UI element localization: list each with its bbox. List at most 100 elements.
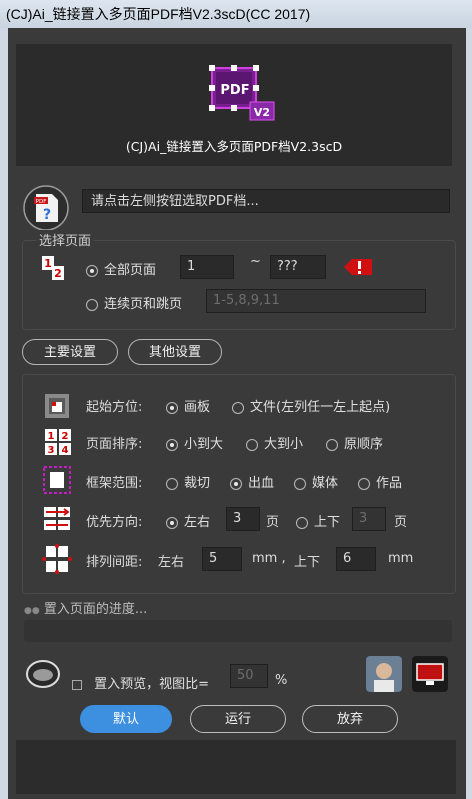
monitor-icon[interactable]: [412, 656, 448, 692]
preview-ratio-unit: %: [275, 673, 288, 688]
all-pages-radio[interactable]: 全部页面: [86, 259, 156, 278]
spacing-ud-label: 上下: [294, 555, 321, 570]
order-original-radio[interactable]: 原顺序: [326, 433, 383, 452]
page-numbers-icon: 1 2: [42, 256, 64, 280]
frame-bleed-dot[interactable]: [230, 477, 242, 490]
direction-ud-unit: 页: [394, 515, 408, 530]
skip-pages-radio[interactable]: 连续页和跳页: [86, 293, 182, 312]
frame-label: 框架范围:: [86, 476, 143, 491]
progress-label: ●● 置入页面的进度...: [24, 598, 147, 617]
skip-pages-label: 连续页和跳页: [104, 297, 183, 312]
order-desc-label: 大到小: [264, 437, 304, 452]
banner-title: (CJ)Ai_链接置入多页面PDF档V2.3scD: [125, 139, 343, 154]
svg-text:3: 3: [48, 445, 55, 456]
from-page-input[interactable]: 1: [180, 255, 234, 279]
frame-bounds-icon: [43, 466, 71, 494]
direction-lr-radio[interactable]: 左右: [166, 511, 210, 530]
frame-art-dot[interactable]: [358, 477, 370, 490]
origin-document-dot[interactable]: [232, 401, 244, 414]
direction-icon: [44, 507, 70, 530]
default-button[interactable]: 默认: [80, 705, 172, 733]
pdf-logo-icon: PDF V2: [209, 65, 275, 121]
preview-toggle-icon[interactable]: [24, 658, 62, 690]
author-avatar[interactable]: [366, 656, 402, 692]
page-order-icon: 1 2 3 4: [45, 429, 71, 456]
origin-document-label: 文件(左列任一左上起点): [250, 400, 391, 415]
spacing-lr-label: 左右: [158, 555, 185, 570]
origin-artboard-label: 画板: [184, 400, 211, 415]
svg-text:4: 4: [62, 445, 69, 456]
logo-badge: V2: [254, 106, 270, 119]
origin-icon: [45, 394, 69, 418]
direction-lr-label: 左右: [184, 515, 211, 530]
spacing-lr-input[interactable]: 5: [202, 547, 242, 571]
origin-artboard-radio[interactable]: 画板: [166, 396, 210, 415]
origin-label: 起始方位:: [86, 400, 143, 415]
direction-label: 优先方向:: [86, 515, 143, 530]
tab-other-settings[interactable]: 其他设置: [128, 339, 222, 365]
frame-crop-dot[interactable]: [166, 477, 178, 490]
frame-bleed-label: 出血: [248, 476, 275, 491]
range-separator: ~: [250, 254, 261, 269]
direction-lr-unit: 页: [266, 515, 280, 530]
all-pages-label: 全部页面: [104, 263, 157, 278]
spacing-ud-input[interactable]: 6: [336, 547, 376, 571]
preview-checkbox[interactable]: 置入预览，视图比=: [72, 673, 209, 692]
frame-media-radio[interactable]: 媒体: [294, 472, 338, 491]
order-desc-radio[interactable]: 大到小: [246, 433, 303, 452]
spacing-ud-unit: mm: [388, 551, 414, 566]
frame-media-dot[interactable]: [294, 477, 306, 490]
cancel-button[interactable]: 放弃: [302, 705, 398, 733]
order-original-label: 原顺序: [344, 437, 384, 452]
all-pages-radio-dot[interactable]: [86, 264, 98, 277]
progress-text: 置入页面的进度...: [43, 602, 148, 617]
page-select-group: [22, 240, 456, 330]
preview-check-box[interactable]: [72, 679, 82, 690]
order-desc-dot[interactable]: [246, 438, 258, 451]
order-label: 页面排序:: [86, 437, 143, 452]
svg-text:2: 2: [54, 267, 62, 280]
footer-area: [16, 740, 456, 794]
direction-lr-input[interactable]: 3: [226, 507, 260, 531]
frame-media-label: 媒体: [312, 476, 339, 491]
order-original-dot[interactable]: [326, 438, 338, 451]
pdf-open-icon[interactable]: PDF ?: [22, 184, 70, 232]
order-asc-dot[interactable]: [166, 438, 178, 451]
svg-text:2: 2: [62, 431, 69, 442]
svg-text:1: 1: [48, 431, 55, 442]
banner: PDF V2 (CJ)Ai_链接置入多页面PDF档V2.3scD: [16, 44, 452, 166]
spacing-label: 排列间距:: [86, 555, 143, 570]
spacing-icon: [42, 544, 72, 574]
origin-document-radio[interactable]: 文件(左列任一左上起点): [232, 396, 390, 415]
origin-artboard-dot[interactable]: [166, 401, 178, 414]
frame-crop-radio[interactable]: 裁切: [166, 472, 210, 491]
order-asc-radio[interactable]: 小到大: [166, 433, 223, 452]
to-page-input[interactable]: ???: [270, 255, 326, 279]
frame-art-radio[interactable]: 作品: [358, 472, 402, 491]
direction-lr-dot[interactable]: [166, 516, 178, 529]
svg-text:PDF: PDF: [36, 199, 47, 205]
window-title: (CJ)Ai_链接置入多页面PDF档V2.3scD(CC 2017): [0, 0, 472, 28]
logo-text: PDF: [220, 83, 249, 98]
direction-ud-input[interactable]: 3: [352, 507, 386, 531]
run-button[interactable]: 运行: [190, 705, 286, 733]
order-asc-label: 小到大: [184, 437, 224, 452]
tab-main-settings[interactable]: 主要设置: [22, 339, 118, 365]
progress-bullet-icon: ●●: [24, 606, 40, 616]
skip-pages-radio-dot[interactable]: [86, 298, 98, 311]
direction-ud-radio[interactable]: 上下: [296, 511, 340, 530]
skip-pages-input[interactable]: 1-5,8,9,11: [206, 289, 426, 313]
frame-bleed-radio[interactable]: 出血: [230, 472, 274, 491]
preview-label: 置入预览，视图比=: [94, 677, 210, 692]
preview-ratio-input[interactable]: 50: [230, 664, 268, 688]
alert-flag-icon: [344, 259, 372, 275]
svg-text:?: ?: [43, 207, 51, 223]
frame-crop-label: 裁切: [184, 476, 211, 491]
frame-art-label: 作品: [376, 476, 403, 491]
svg-text:1: 1: [44, 257, 52, 270]
spacing-lr-unit: mm ,: [252, 551, 286, 566]
direction-ud-dot[interactable]: [296, 516, 308, 529]
pdf-path-field[interactable]: 请点击左侧按钮选取PDF档...: [82, 189, 450, 213]
progress-bar: [24, 620, 452, 642]
direction-ud-label: 上下: [314, 515, 341, 530]
